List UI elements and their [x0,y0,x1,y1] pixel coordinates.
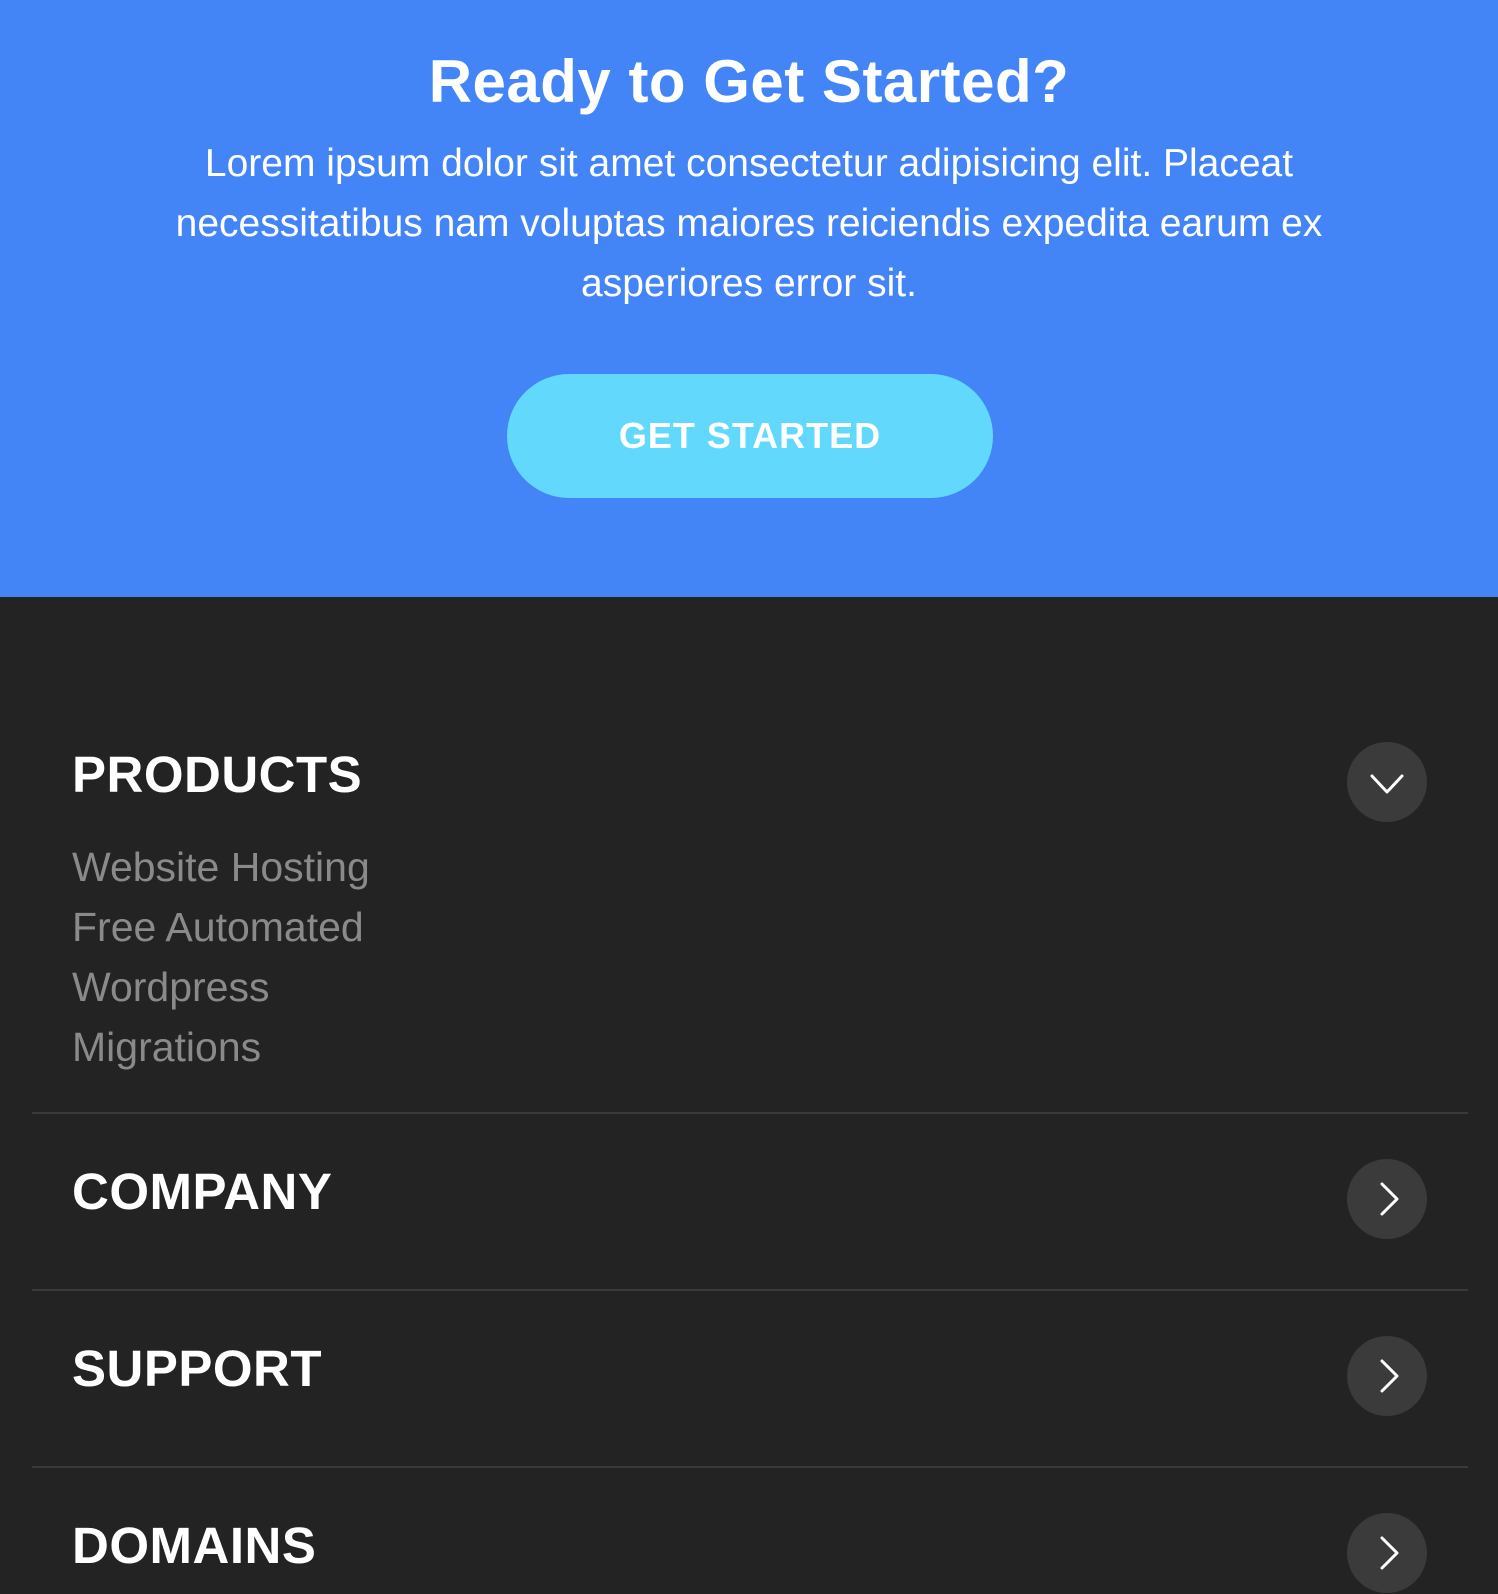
section-title-products[interactable]: PRODUCTS [72,745,362,805]
footer-link-migrations[interactable]: Migrations [72,1017,370,1077]
chevron-right-icon[interactable] [1347,1336,1427,1416]
cta-description: Lorem ipsum dolor sit amet consectetur a… [175,142,1323,305]
section-divider [32,1112,1468,1114]
get-started-button[interactable]: GET STARTED [507,374,993,498]
products-link-list: Website Hosting Free Automated Wordpress… [72,837,370,1077]
chevron-right-icon[interactable] [1347,1513,1427,1593]
chevron-down-icon[interactable] [1347,742,1427,822]
section-title-company[interactable]: COMPANY [72,1162,332,1222]
footer-link-free-automated[interactable]: Free Automated [72,897,370,957]
section-divider [32,1466,1468,1468]
footer-link-wordpress[interactable]: Wordpress [72,957,370,1017]
cta-title: Ready to Get Started? [428,48,1070,115]
footer-link-website-hosting[interactable]: Website Hosting [72,837,370,897]
cta-section: Ready to Get Started? Lorem ipsum dolor … [0,0,1498,597]
footer: PRODUCTS Website Hosting Free Automated … [0,597,1498,1594]
section-divider [32,1289,1468,1291]
section-title-support[interactable]: SUPPORT [72,1339,322,1399]
section-title-domains[interactable]: DOMAINS [72,1516,316,1576]
chevron-right-icon[interactable] [1347,1159,1427,1239]
